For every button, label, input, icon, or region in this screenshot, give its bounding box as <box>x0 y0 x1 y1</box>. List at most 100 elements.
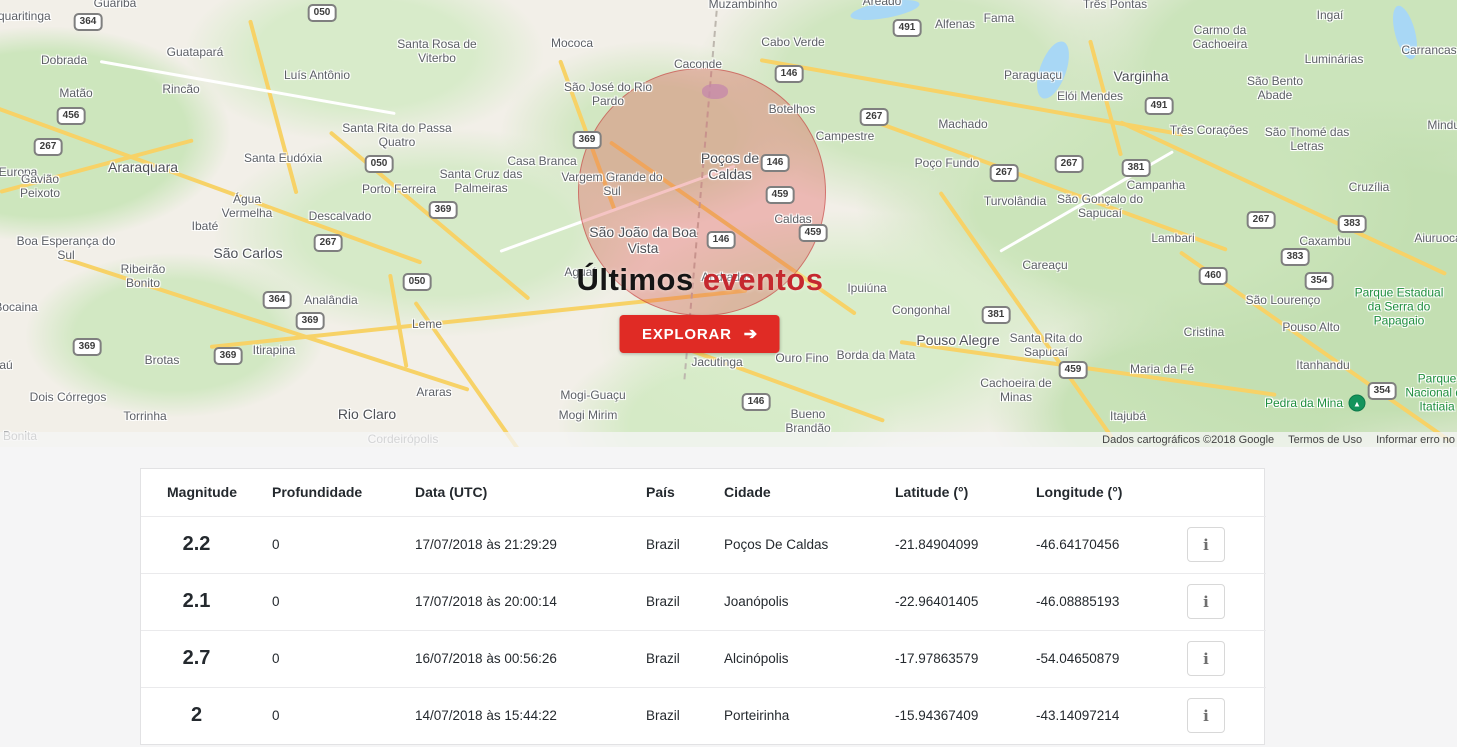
event-info-button[interactable]: i <box>1187 584 1225 619</box>
map-label-town: Santa Rita do Sapucaí <box>994 332 1099 360</box>
actions-cell: i <box>1187 516 1266 573</box>
map-label-town: Careaçu <box>1022 259 1067 273</box>
column-header: País <box>646 469 724 516</box>
map-label-town: São Lourenço <box>1246 294 1321 308</box>
map-label-town: Cruzília <box>1349 181 1390 195</box>
map-label-town: Borda da Mata <box>837 349 916 363</box>
route-badge: 456 <box>57 107 86 125</box>
map-label-town: Torrinha <box>123 410 166 424</box>
table-row: 2.2017/07/2018 às 21:29:29BrazilPoços De… <box>141 516 1266 573</box>
map-label-town: Jacutinga <box>691 356 742 370</box>
date-cell: 16/07/2018 às 00:56:26 <box>415 630 646 687</box>
lat-cell: -21.84904099 <box>895 516 1036 573</box>
route-badge: 369 <box>214 347 243 365</box>
event-info-button[interactable]: i <box>1187 698 1225 733</box>
page-title-red: eventos <box>703 262 824 297</box>
map-label-town: Aiuruoca <box>1414 232 1457 246</box>
map-label-town: Gavião Peixoto <box>5 173 75 201</box>
map-label-town: Guatapará <box>167 46 224 60</box>
map-label-town: Congonhal <box>892 304 950 318</box>
map-label-town: Maria da Fé <box>1130 363 1194 377</box>
events-table-card: MagnitudeProfundidadeData (UTC)PaísCidad… <box>140 468 1265 745</box>
route-badge: 459 <box>766 186 795 204</box>
route-badge: 369 <box>73 338 102 356</box>
date-cell: 14/07/2018 às 15:44:22 <box>415 687 646 744</box>
map-copyright: Dados cartográficos ©2018 Google <box>1102 434 1274 446</box>
table-row: 2.7016/07/2018 às 00:56:26BrazilAlcinópo… <box>141 630 1266 687</box>
event-info-button[interactable]: i <box>1187 641 1225 676</box>
explorar-button[interactable]: EXPLORAR➔ <box>620 315 780 353</box>
country-cell: Brazil <box>646 630 724 687</box>
route-badge: 050 <box>403 273 432 291</box>
route-badge: 354 <box>1368 382 1397 400</box>
road-line <box>248 19 298 194</box>
map-label-town: Alfenas <box>935 18 975 32</box>
map-label-town: Machado <box>938 118 987 132</box>
map-label-town: São Gonçalo do Sapucaí <box>1045 193 1155 221</box>
map-label-town: Turvolândia <box>984 195 1046 209</box>
city-cell: Poços De Caldas <box>724 516 895 573</box>
map-label-town: São João da Boa Vista <box>583 224 703 256</box>
map-label-town: Carrancas <box>1401 44 1456 58</box>
map-label-town: Muzambinho <box>709 0 778 12</box>
map-label-town: Fama <box>984 12 1015 26</box>
map-label-town: São Carlos <box>213 245 282 261</box>
arrow-right-icon: ➔ <box>744 324 758 344</box>
depth-cell: 0 <box>272 687 415 744</box>
map-label-town: Ibaté <box>192 220 219 234</box>
map-label-town: Ouro Fino <box>775 352 828 366</box>
route-badge: 050 <box>365 155 394 173</box>
route-badge: 491 <box>893 19 922 37</box>
lat-cell: -15.94367409 <box>895 687 1036 744</box>
lat-cell: -17.97863579 <box>895 630 1036 687</box>
map-label-town: Botelhos <box>769 103 816 117</box>
route-badge: 381 <box>1122 159 1151 177</box>
route-badge: 146 <box>707 231 736 249</box>
map-label-town: São José do Rio Pardo <box>553 81 663 109</box>
page-title: Últimos eventos <box>577 262 824 298</box>
column-header: Cidade <box>724 469 895 516</box>
date-cell: 17/07/2018 às 20:00:14 <box>415 573 646 630</box>
map-label-town: Luís Antônio <box>284 69 350 83</box>
map-label-town: Leme <box>412 318 442 332</box>
map-label-town: Descalvado <box>309 210 372 224</box>
map-label-town: Pouso Alto <box>1282 321 1339 335</box>
map-label-town: Rincão <box>162 83 199 97</box>
map-label-town: Guariba <box>94 0 137 11</box>
map-label-town: Cabo Verde <box>761 36 824 50</box>
lng-cell: -46.08885193 <box>1036 573 1187 630</box>
magnitude-cell: 2.2 <box>141 516 272 573</box>
map-label-park: Parque Estadual da Serra do Papagaio <box>1347 286 1452 327</box>
events-map[interactable]: GuaribaTaquaritingaDobradaMatãoGuatapará… <box>0 0 1457 447</box>
event-info-button[interactable]: i <box>1187 527 1225 562</box>
map-label-town: Pouso Alegre <box>916 332 999 348</box>
city-cell: Alcinópolis <box>724 630 895 687</box>
map-label-town: Luminárias <box>1305 53 1364 67</box>
route-badge: 267 <box>1055 155 1084 173</box>
route-badge: 383 <box>1281 248 1310 266</box>
map-label-town: Santa Eudóxia <box>244 152 322 166</box>
map-label-town: Ipuiúna <box>847 282 886 296</box>
country-cell: Brazil <box>646 516 724 573</box>
route-badge: 364 <box>263 291 292 309</box>
lng-cell: -46.64170456 <box>1036 516 1187 573</box>
map-label-town: Araras <box>416 386 451 400</box>
map-label-town: Santa Cruz das Palmeiras <box>419 168 544 196</box>
map-label-town: Itanhandu <box>1296 359 1349 373</box>
report-map-error-link[interactable]: Informar erro no <box>1376 434 1455 446</box>
map-label-town: Caconde <box>674 58 722 72</box>
map-label-town: Jaú <box>0 359 13 373</box>
terms-of-use-link[interactable]: Termos de Uso <box>1288 434 1362 446</box>
route-badge: 267 <box>1247 211 1276 229</box>
route-badge: 146 <box>742 393 771 411</box>
table-row: 2014/07/2018 às 15:44:22BrazilPorteirinh… <box>141 687 1266 744</box>
actions-cell: i <box>1187 573 1266 630</box>
map-label-town: Caxambu <box>1299 235 1350 249</box>
map-label-town: Três Pontas <box>1083 0 1147 12</box>
map-label-town: Três Corações <box>1170 124 1248 138</box>
actions-cell: i <box>1187 687 1266 744</box>
country-cell: Brazil <box>646 573 724 630</box>
map-label-town: Mogi-Guaçu <box>560 389 625 403</box>
magnitude-cell: 2.7 <box>141 630 272 687</box>
map-label-town: Bocaina <box>0 301 38 315</box>
